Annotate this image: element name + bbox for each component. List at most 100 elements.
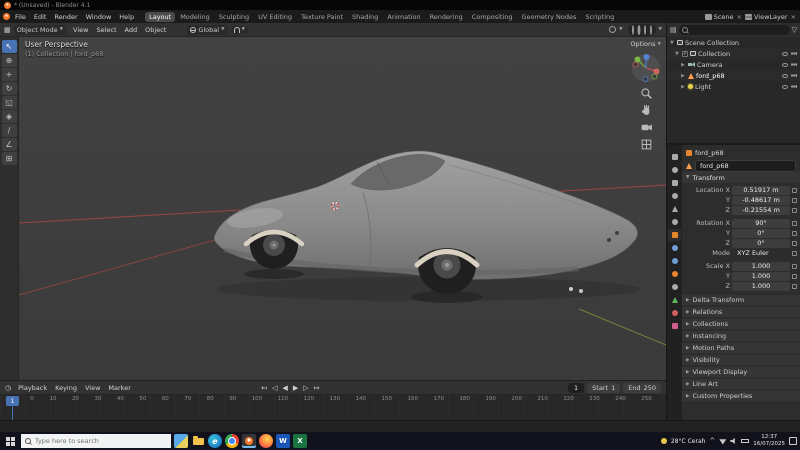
options-dropdown[interactable]: Options ▼ <box>630 40 661 48</box>
tab-uv-editing[interactable]: UV Editing <box>254 12 296 22</box>
view-layer-unlink-button[interactable]: × <box>790 13 797 21</box>
properties-tab-object[interactable] <box>668 229 681 241</box>
orthographic-grid-icon[interactable] <box>640 138 653 151</box>
hide-in-viewport-toggle[interactable] <box>782 84 788 89</box>
pan-hand-icon[interactable] <box>640 104 653 117</box>
transform-value-field[interactable]: 1.000 <box>732 271 790 281</box>
shading-rendered-button[interactable] <box>649 24 653 35</box>
expand-arrow-icon[interactable]: ▶ <box>681 84 686 90</box>
transform-value-field[interactable]: 0.51917 m <box>732 185 790 195</box>
taskbar-search[interactable] <box>21 434 171 448</box>
menu-item[interactable]: File <box>11 12 30 22</box>
lock-icon[interactable] <box>792 263 797 269</box>
lock-icon[interactable] <box>792 187 797 193</box>
playhead[interactable]: 1 <box>6 396 19 420</box>
lock-icon[interactable] <box>792 273 797 279</box>
shading-material-button[interactable] <box>643 24 647 35</box>
tab-layout[interactable]: Layout <box>145 11 176 22</box>
timeline-editor-icon[interactable]: ◷ <box>5 384 11 392</box>
panel-header[interactable]: ▶ Delta Transform <box>682 295 800 305</box>
outliner-row-scene-collection[interactable]: ▼ Scene Collection <box>667 37 800 48</box>
select-box-tool[interactable]: ↖ <box>1 40 17 53</box>
navigation-gizmo[interactable] <box>631 53 661 83</box>
orientation-selector[interactable]: Global ▼ <box>187 24 228 35</box>
transform-value-field[interactable]: -0.48617 m <box>732 195 790 205</box>
hide-in-viewport-toggle[interactable] <box>782 62 788 67</box>
snap-controls[interactable]: ▼ <box>230 25 248 34</box>
tab-geometry-nodes[interactable]: Geometry Nodes <box>518 12 581 22</box>
shading-wireframe-button[interactable] <box>631 24 635 35</box>
rotate-tool[interactable]: ↻ <box>1 82 17 95</box>
panel-header[interactable]: ▶ Custom Properties <box>682 391 800 401</box>
battery-icon[interactable] <box>741 439 750 443</box>
view-layer-selector[interactable]: ViewLayer <box>754 13 788 21</box>
tab-shading[interactable]: Shading <box>348 12 382 22</box>
zoom-icon[interactable] <box>640 87 653 100</box>
timeline-menu-item[interactable]: View <box>81 383 104 393</box>
disable-in-render-toggle[interactable] <box>791 84 797 89</box>
lock-icon[interactable] <box>792 207 797 213</box>
start-button[interactable] <box>6 436 15 446</box>
search-input[interactable] <box>35 437 167 445</box>
measure-tool[interactable]: ∠ <box>1 138 17 151</box>
outliner-row-camera[interactable]: ▶ Camera <box>667 59 800 70</box>
scene-unlink-button[interactable]: × <box>736 13 743 21</box>
add-cube-tool[interactable]: ⊞ <box>1 152 17 165</box>
transform-value-field[interactable]: 0° <box>732 228 790 238</box>
lock-icon[interactable] <box>792 220 797 226</box>
properties-tab-tool[interactable] <box>668 151 681 163</box>
transform-tool[interactable]: ◈ <box>1 110 17 123</box>
properties-tab-scene[interactable] <box>668 203 681 215</box>
timeline-ruler[interactable]: 0 10 20 30 40 50 60 70 80 90 100 110 120 130 140 150 160… <box>0 395 666 420</box>
viewport-menu-item[interactable]: Object <box>141 25 170 35</box>
tab-scripting[interactable]: Scripting <box>581 12 618 22</box>
outliner-row-light[interactable]: ▶ Light <box>667 81 800 92</box>
timeline-menu-item[interactable]: Playback <box>14 383 51 393</box>
scene-selector[interactable]: Scene <box>714 13 734 21</box>
menu-item[interactable]: Window <box>82 12 116 22</box>
blender-taskbar-icon[interactable] <box>242 434 256 448</box>
jump-to-start-button[interactable]: ↤ <box>260 384 268 392</box>
transform-value-field[interactable]: 90° <box>732 218 790 228</box>
menu-item[interactable]: Edit <box>30 12 51 22</box>
viewport-menu-item[interactable]: Select <box>92 25 120 35</box>
viewport-menu-item[interactable]: View <box>69 25 92 35</box>
tab-sculpting[interactable]: Sculpting <box>215 12 253 22</box>
volume-icon[interactable] <box>730 437 735 445</box>
properties-tab-material[interactable] <box>668 307 681 319</box>
firefox-browser-icon[interactable] <box>259 434 273 448</box>
expand-arrow-icon[interactable]: ▶ <box>681 62 686 68</box>
disable-in-render-toggle[interactable] <box>791 51 797 56</box>
proportional-editing-icon[interactable] <box>609 26 617 33</box>
tray-expand-icon[interactable]: ^ <box>709 437 715 445</box>
properties-tab-constraints[interactable] <box>668 281 681 293</box>
breadcrumb-object-name[interactable]: ford_p68 <box>695 149 724 157</box>
properties-tab-render[interactable] <box>668 164 681 176</box>
wifi-icon[interactable] <box>719 439 727 445</box>
outliner-display-mode-icon[interactable]: ▤ <box>670 26 677 34</box>
properties-tab-world[interactable] <box>668 216 681 228</box>
properties-tab-physics[interactable] <box>668 268 681 280</box>
panel-header[interactable]: ▶ Viewport Display <box>682 367 800 377</box>
properties-tab-modifiers[interactable] <box>668 242 681 254</box>
timeline-menu-item[interactable]: Marker <box>104 383 134 393</box>
panel-header[interactable]: ▶ Visibility <box>682 355 800 365</box>
jump-to-end-button[interactable]: ↦ <box>313 384 321 392</box>
move-tool[interactable]: + <box>1 68 17 81</box>
panel-header[interactable]: ▶ Collections <box>682 319 800 329</box>
play-button[interactable]: ▶ <box>292 384 299 392</box>
excel-app-icon[interactable]: X <box>293 434 307 448</box>
chrome-browser-icon[interactable] <box>225 434 239 448</box>
properties-tab-texture[interactable] <box>668 320 681 332</box>
end-frame-field[interactable]: End 250 <box>623 382 661 393</box>
expand-arrow-icon[interactable]: ▶ <box>681 73 686 79</box>
disable-in-render-toggle[interactable] <box>791 62 797 67</box>
notification-center-icon[interactable] <box>789 437 797 445</box>
viewport-3d[interactable]: User Perspective (1) Collection | ford_p… <box>19 37 666 380</box>
editor-type-icon[interactable]: ▦ <box>4 26 11 34</box>
tab-modeling[interactable]: Modeling <box>176 12 214 22</box>
camera-view-icon[interactable] <box>640 121 653 134</box>
current-frame-field[interactable]: 1 <box>568 382 585 393</box>
panel-header[interactable]: ▶ Motion Paths <box>682 343 800 353</box>
panel-header[interactable]: ▶ Relations <box>682 307 800 317</box>
